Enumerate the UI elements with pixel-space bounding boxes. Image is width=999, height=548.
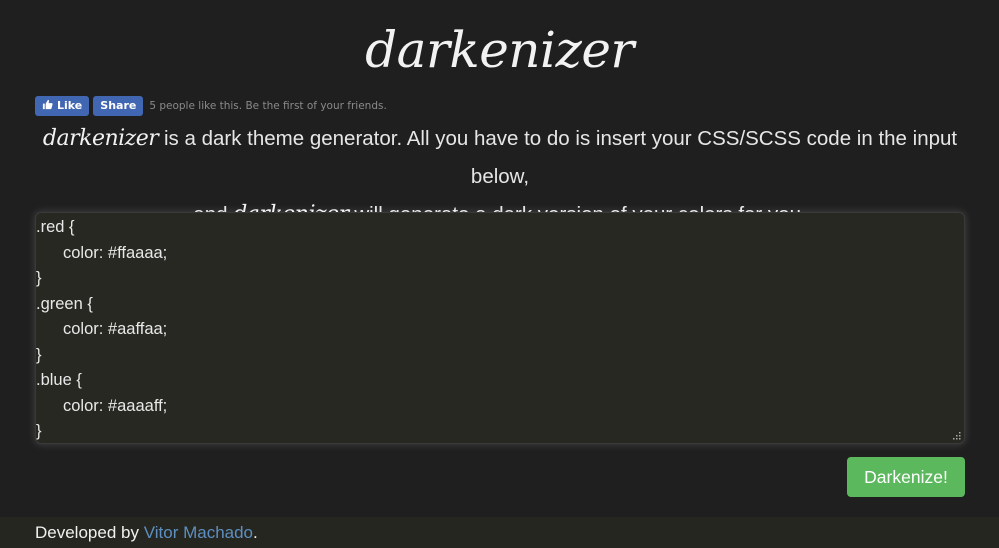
code-line: .green { <box>36 294 93 313</box>
code-line: color: #aaffaa; <box>63 320 168 338</box>
footer-suffix: . <box>253 523 258 542</box>
thumbs-up-icon <box>42 99 53 112</box>
code-line: } <box>36 345 42 364</box>
facebook-share-label: Share <box>100 99 137 112</box>
code-line: .blue { <box>36 371 82 389</box>
intro-line-1: darkenizer is a dark theme generator. Al… <box>20 120 980 196</box>
darkenize-button[interactable]: Darkenize! <box>847 457 965 497</box>
intro-brand: darkenizer <box>42 126 159 151</box>
facebook-widget: Like Share 5 people like this. Be the fi… <box>35 95 387 116</box>
facebook-share-button[interactable]: Share <box>93 95 144 116</box>
code-line: color: #aaaaff; <box>63 396 168 415</box>
footer-prefix: Developed by <box>35 523 139 542</box>
code-line: } <box>36 269 42 287</box>
facebook-social-text: 5 people like this. Be the first of your… <box>149 99 387 112</box>
css-code-input[interactable]: .red { color: #ffaaaa; } .green { color:… <box>35 212 965 444</box>
resize-grip-icon[interactable] <box>952 431 961 440</box>
page: darkenizer Like Share 5 people like this… <box>0 0 999 548</box>
code-line: } <box>36 422 42 440</box>
facebook-like-button[interactable]: Like <box>35 95 90 116</box>
intro-line-1-text: is a dark theme generator. All you have … <box>164 127 958 188</box>
facebook-like-label: Like <box>57 99 83 112</box>
code-line: .red { <box>36 218 75 236</box>
author-link[interactable]: Vitor Machado <box>144 523 253 542</box>
site-title: darkenizer <box>365 21 634 79</box>
footer: Developed by Vitor Machado. <box>0 517 999 548</box>
code-line: color: #ffaaaa; <box>63 243 168 262</box>
